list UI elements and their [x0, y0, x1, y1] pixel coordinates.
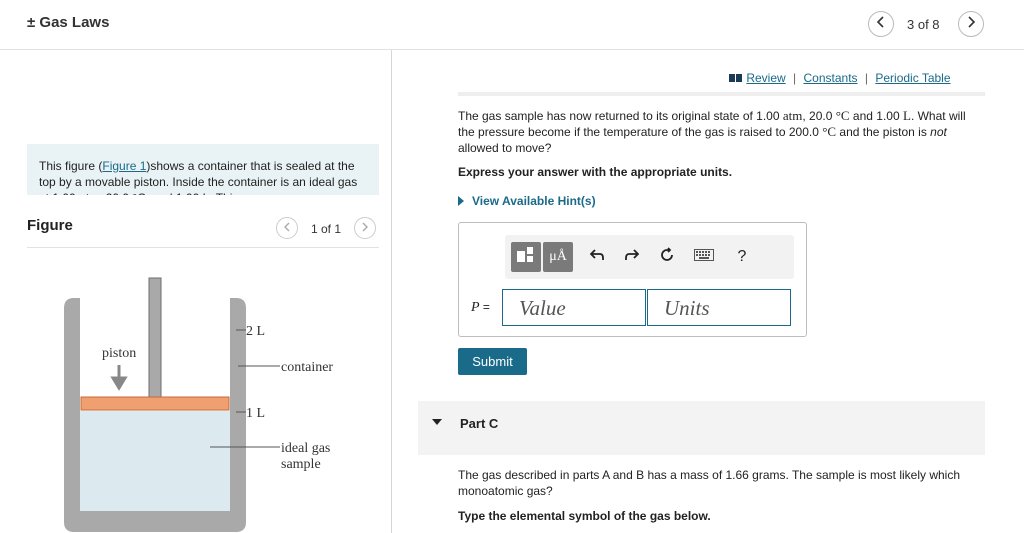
part-c-label: Part C — [460, 416, 499, 431]
constants-link[interactable]: Constants — [804, 71, 858, 85]
reset-icon — [659, 246, 675, 268]
figure-previous-button[interactable] — [276, 217, 298, 239]
link-separator: | — [793, 71, 797, 85]
value-input[interactable]: Value — [502, 289, 646, 326]
piston-label: piston — [102, 346, 136, 361]
part-c-header[interactable]: Part C — [418, 401, 985, 455]
figure-heading: Figure — [27, 217, 73, 234]
periodic-table-link[interactable]: Periodic Table — [875, 71, 950, 85]
previous-item-button[interactable] — [868, 11, 894, 37]
piston-arrow-icon — [110, 365, 128, 391]
figure-pager: 1 of 1 — [311, 222, 342, 236]
gas-label-line1: ideal gas — [281, 441, 330, 456]
gas-label-line2: sample — [281, 457, 321, 472]
figure-link[interactable]: Figure 1 — [102, 159, 146, 173]
reset-button[interactable] — [655, 242, 679, 272]
top-bar: ± Gas Laws 3 of 8 — [0, 0, 1024, 50]
units-symbol-button[interactable]: μÅ — [543, 242, 573, 272]
redo-button[interactable] — [620, 242, 644, 272]
help-button[interactable]: ? — [730, 242, 754, 272]
templates-icon — [516, 246, 536, 269]
caret-right-icon — [458, 196, 464, 206]
math-toolbar: μÅ ? — [505, 235, 794, 279]
links-divider — [458, 92, 985, 96]
keyboard-button[interactable] — [689, 242, 719, 272]
templates-button[interactable] — [511, 242, 541, 272]
hints-label: View Available Hint(s) — [472, 194, 596, 208]
answer-box: μÅ ? P = Value Units — [458, 222, 807, 337]
description-text: This figure ( — [39, 159, 103, 173]
item-pager: 3 of 8 — [907, 17, 940, 32]
keyboard-icon — [694, 248, 714, 266]
scale-label-1l: 1 L — [246, 406, 265, 421]
next-item-button[interactable] — [958, 11, 984, 37]
question-text: The gas sample has now returned to its o… — [458, 108, 966, 155]
piston-container-diagram: 2 L 1 L piston container ideal gas sampl… — [64, 277, 333, 532]
chevron-right-icon — [966, 15, 976, 33]
page-title: ± Gas Laws — [27, 14, 110, 31]
container-label: container — [281, 360, 333, 375]
resource-links: Review | Constants | Periodic Table — [729, 71, 951, 86]
view-hints-toggle[interactable]: View Available Hint(s) — [458, 194, 596, 208]
chevron-right-icon — [361, 219, 369, 237]
redo-icon — [625, 248, 640, 266]
undo-button[interactable] — [585, 242, 609, 272]
units-input[interactable]: Units — [647, 289, 791, 326]
chevron-left-icon — [876, 15, 886, 33]
part-c-question: The gas described in parts A and B has a… — [458, 468, 961, 498]
review-book-icon — [729, 72, 743, 86]
answer-instruction: Express your answer with the appropriate… — [458, 165, 733, 179]
figure-description: This figure (Figure 1)shows a container … — [27, 144, 379, 195]
figure-next-button[interactable] — [354, 217, 376, 239]
scale-label-2l: 2 L — [246, 324, 265, 339]
piston-plate — [80, 396, 230, 411]
gas-region — [80, 411, 230, 511]
undo-icon — [589, 248, 604, 266]
variable-label: P = — [471, 300, 490, 315]
panel-divider[interactable] — [391, 50, 392, 533]
caret-down-icon — [432, 419, 442, 425]
review-link[interactable]: Review — [746, 71, 785, 85]
piston-rod — [148, 277, 162, 399]
part-c-instruction: Type the elemental symbol of the gas bel… — [458, 509, 711, 523]
figure-header: Figure 1 of 1 — [27, 210, 379, 248]
chevron-left-icon — [283, 219, 291, 237]
link-separator: | — [864, 71, 869, 85]
submit-button[interactable]: Submit — [458, 348, 527, 375]
